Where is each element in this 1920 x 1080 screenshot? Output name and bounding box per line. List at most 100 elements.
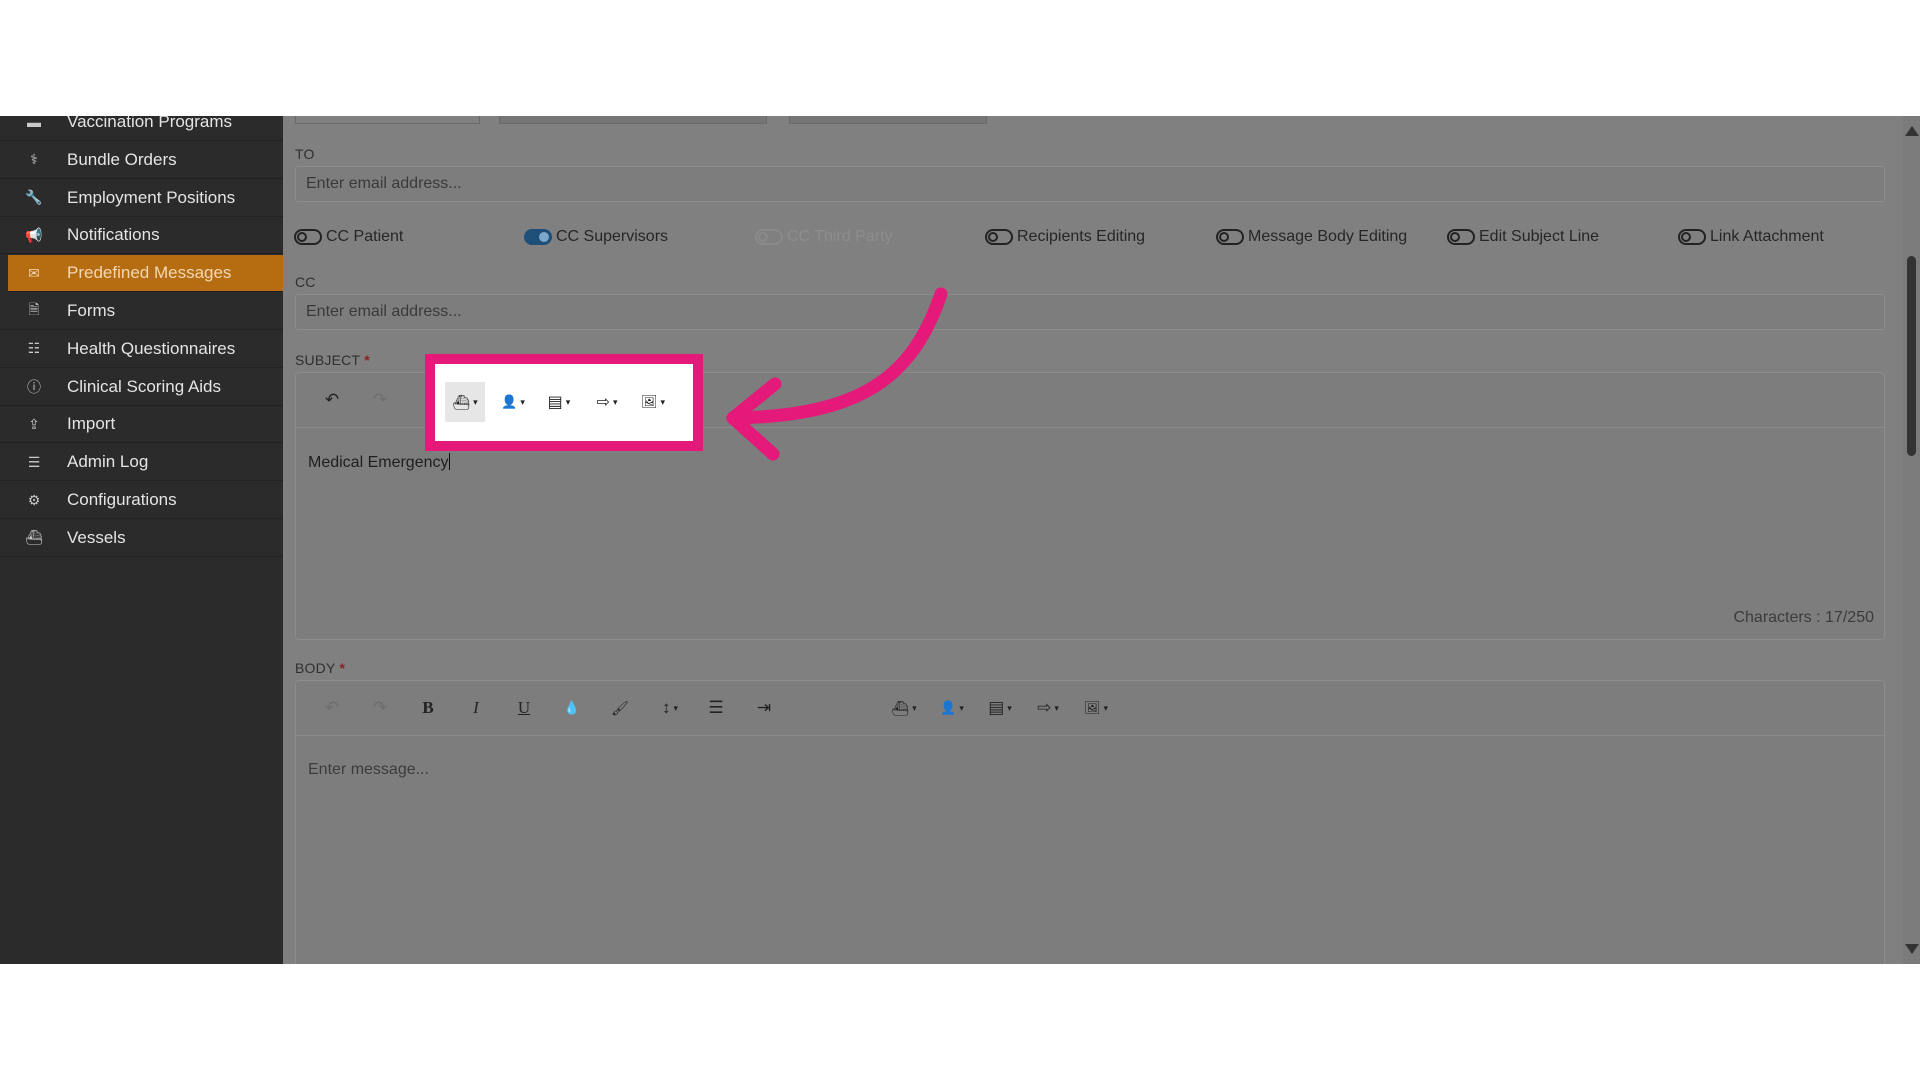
tab-segment[interactable] bbox=[499, 116, 767, 124]
list-icon: ☷ bbox=[27, 340, 41, 357]
sidebar-item-vaccination-programs[interactable]: ▬ Vaccination Programs bbox=[0, 116, 283, 141]
cc-email-input[interactable] bbox=[295, 294, 1885, 330]
line-height-dropdown[interactable]: ↕ ▾ bbox=[654, 694, 686, 722]
toggle-cc-patient[interactable]: CC Patient bbox=[294, 228, 403, 246]
main-content: TO CC Patient CC Supervisors CC Third Part… bbox=[283, 116, 1920, 964]
required-mark: * bbox=[364, 352, 370, 368]
undo-icon[interactable]: ↶ bbox=[320, 694, 344, 722]
signout-placeholder-dropdown[interactable]: ⇨ ▾ bbox=[1030, 694, 1066, 722]
vessel-placeholder-dropdown[interactable]: ⛴ ▾ bbox=[886, 694, 922, 722]
redo-icon[interactable]: ↷ bbox=[368, 386, 392, 414]
tab-segment[interactable] bbox=[789, 116, 987, 124]
italic-icon[interactable]: I bbox=[464, 694, 488, 722]
archive-icon: ▤ bbox=[547, 394, 563, 411]
sidebar-item-forms[interactable]: 🗎 Forms bbox=[0, 293, 283, 330]
info-icon: ⓘ bbox=[27, 378, 41, 395]
highlight-box: ⛴ ▾ 👤 ▾ ▤ ▾ ⇨ ▾ 🖼 ▾ bbox=[425, 354, 703, 451]
sidebar-item-admin-log[interactable]: ☰ Admin Log bbox=[0, 444, 283, 482]
toggle-switch[interactable] bbox=[1678, 229, 1706, 245]
sign-out-icon: ⇨ bbox=[596, 394, 610, 411]
tab-strip bbox=[295, 116, 1315, 124]
toggle-switch[interactable] bbox=[1216, 229, 1244, 245]
user-placeholder-dropdown[interactable]: 👤 ▾ bbox=[934, 694, 970, 722]
toggle-label: Message Body Editing bbox=[1248, 228, 1408, 245]
sort-list-icon: ☰ bbox=[27, 453, 41, 470]
sidebar-item-employment-positions[interactable]: 🔧 Employment Positions bbox=[0, 180, 283, 217]
vertical-scrollbar[interactable] bbox=[1903, 116, 1920, 964]
toggle-cc-third-party: CC Third Party bbox=[755, 228, 893, 246]
body-toolbar: ↶ ↷ B I U 💧 🖌 ↕ ▾ ☰ ⇥ ⛴ ▾ 👤 ▾ ▤ ▾ ⇨ ▾ 🖼 … bbox=[296, 681, 1884, 736]
toggle-switch[interactable] bbox=[524, 229, 552, 245]
to-email-input[interactable] bbox=[295, 166, 1885, 202]
chevron-down-icon: ▾ bbox=[673, 702, 679, 713]
toggle-label: CC Third Party bbox=[787, 228, 893, 245]
archive-placeholder-dropdown[interactable]: ▤ ▾ bbox=[982, 694, 1018, 722]
chevron-down-icon: ▾ bbox=[1007, 702, 1012, 713]
toggle-link-attachment[interactable]: Link Attachment bbox=[1678, 228, 1824, 246]
document-icon: 🗎 bbox=[28, 301, 40, 317]
sidebar-item-configurations[interactable]: ⚙ Configurations bbox=[0, 482, 283, 519]
sidebar-item-label: Predefined Messages bbox=[67, 263, 232, 283]
sidebar-item-bundle-orders[interactable]: ⚕ Bundle Orders bbox=[0, 142, 283, 179]
highlight-brush-icon[interactable]: 🖌 bbox=[608, 694, 632, 722]
sidebar-item-notifications[interactable]: 📢 Notifications bbox=[0, 217, 283, 255]
sidebar-item-health-questionnaires[interactable]: ☷ Health Questionnaires bbox=[0, 331, 283, 368]
indent-icon[interactable]: ⇥ bbox=[752, 694, 776, 722]
image-placeholder-dropdown[interactable]: 🖼 ▾ bbox=[1078, 694, 1114, 722]
sidebar-item-label: Configurations bbox=[67, 490, 177, 509]
sidebar-item-predefined-messages[interactable]: ✉ Predefined Messages bbox=[8, 255, 283, 293]
chevron-down-icon: ▾ bbox=[520, 396, 525, 407]
toggle-switch[interactable] bbox=[1447, 229, 1475, 245]
sidebar-item-clinical-scoring-aids[interactable]: ⓘ Clinical Scoring Aids bbox=[0, 369, 283, 406]
list-icon[interactable]: ☰ bbox=[704, 694, 728, 722]
redo-icon[interactable]: ↷ bbox=[368, 694, 392, 722]
text-color-icon[interactable]: 💧 bbox=[560, 694, 584, 722]
body-label-text: BODY bbox=[295, 660, 336, 676]
upload-icon: ⇪ bbox=[28, 415, 40, 432]
user-placeholder-dropdown[interactable]: 👤 ▾ bbox=[493, 382, 533, 422]
wrench-icon: 🔧 bbox=[25, 189, 43, 206]
sidebar-item-label: Bundle Orders bbox=[67, 149, 177, 169]
image-icon: 🖼 bbox=[640, 394, 658, 409]
toggle-edit-subject-line[interactable]: Edit Subject Line bbox=[1447, 228, 1599, 246]
image-placeholder-dropdown[interactable]: 🖼 ▾ bbox=[633, 382, 673, 422]
sidebar: ▬ Vaccination Programs ⚕ Bundle Orders 🔧 Empl… bbox=[0, 116, 283, 964]
chevron-down-icon: ▾ bbox=[912, 702, 917, 713]
to-label: TO bbox=[295, 146, 315, 162]
toggle-switch[interactable] bbox=[985, 229, 1013, 245]
toggle-message-body-editing[interactable]: Message Body Editing bbox=[1216, 228, 1407, 246]
subject-label: SUBJECT * bbox=[295, 352, 370, 368]
sidebar-item-label: Vaccination Programs bbox=[67, 116, 233, 131]
bold-icon[interactable]: B bbox=[416, 694, 440, 722]
underline-icon[interactable]: U bbox=[512, 694, 536, 722]
chevron-down-icon: ▾ bbox=[565, 396, 571, 407]
cc-label: CC bbox=[295, 274, 316, 290]
signout-placeholder-dropdown[interactable]: ⇨ ▾ bbox=[587, 382, 627, 422]
ship-icon: ⛴ bbox=[452, 393, 471, 410]
subject-text[interactable]: Medical Emergency bbox=[308, 453, 450, 472]
scroll-down-icon[interactable] bbox=[1905, 944, 1919, 954]
sidebar-item-label: Forms bbox=[67, 301, 116, 320]
sidebar-item-label: Employment Positions bbox=[67, 187, 236, 207]
chevron-down-icon: ▾ bbox=[959, 702, 964, 713]
toggle-cc-supervisors[interactable]: CC Supervisors bbox=[524, 228, 668, 246]
scrollbar-thumb[interactable] bbox=[1907, 256, 1916, 456]
body-textarea[interactable]: Enter message... bbox=[308, 761, 429, 779]
subject-label-text: SUBJECT bbox=[295, 352, 361, 368]
subject-value: Medical Emergency bbox=[308, 454, 449, 471]
sidebar-item-label: Clinical Scoring Aids bbox=[67, 376, 222, 396]
sidebar-item-import[interactable]: ⇪ Import bbox=[0, 406, 283, 444]
tab-segment[interactable] bbox=[295, 116, 480, 124]
archive-icon: ▤ bbox=[988, 698, 1005, 717]
sidebar-item-vessels[interactable]: ⛴ Vessels bbox=[0, 520, 283, 557]
archive-placeholder-dropdown[interactable]: ▤ ▾ bbox=[539, 382, 579, 422]
toggle-recipients-editing[interactable]: Recipients Editing bbox=[985, 228, 1145, 246]
ship-icon: ⛴ bbox=[25, 529, 43, 546]
vessel-placeholder-dropdown[interactable]: ⛴ ▾ bbox=[445, 382, 485, 422]
undo-icon[interactable]: ↶ bbox=[320, 386, 344, 414]
toggle-label: CC Patient bbox=[326, 228, 404, 245]
stethoscope-icon: ⚕ bbox=[30, 151, 38, 168]
body-editor: ↶ ↷ B I U 💧 🖌 ↕ ▾ ☰ ⇥ ⛴ ▾ 👤 ▾ ▤ ▾ ⇨ ▾ 🖼 … bbox=[295, 680, 1885, 964]
toggle-switch[interactable] bbox=[294, 229, 322, 245]
scroll-up-icon[interactable] bbox=[1905, 126, 1919, 136]
